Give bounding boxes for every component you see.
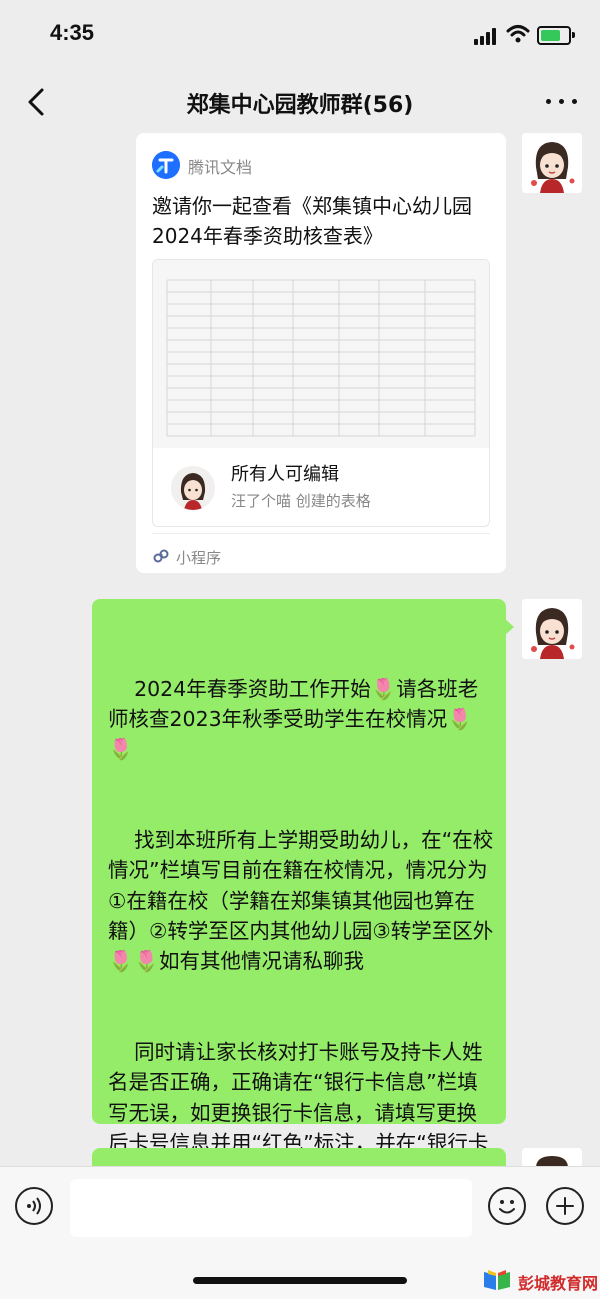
tencent-docs-share-card[interactable]: 腾讯文档 邀请你一起查看《郑集镇中心幼儿园2024年春季资助核查表》 所有人可编… xyxy=(136,133,506,573)
message-paragraph: 2024年春季资助工作开始🌷请各班老师核查2023年秋季受助学生在校情况🌷🌷 xyxy=(108,676,479,762)
bubble-tail xyxy=(505,619,514,635)
watermark-text: 彭城教育网 xyxy=(518,1274,599,1293)
battery-icon xyxy=(537,26,575,45)
doc-title: 邀请你一起查看《郑集镇中心幼儿园2024年春季资助核查表》 xyxy=(152,194,472,248)
mini-program-icon xyxy=(153,549,169,563)
doc-permission: 所有人可编辑 xyxy=(231,464,339,485)
mini-program-footer: 小程序 xyxy=(152,533,492,573)
tencent-docs-logo-icon xyxy=(152,151,180,179)
plus-icon xyxy=(556,1197,574,1215)
doc-brand-name: 腾讯文档 xyxy=(188,158,253,177)
sender-avatar[interactable] xyxy=(522,599,582,659)
cartoon-girl-avatar-icon xyxy=(522,1148,582,1168)
cartoon-girl-avatar-icon xyxy=(522,133,582,193)
sender-avatar[interactable] xyxy=(522,133,582,193)
cellular-signal-icon xyxy=(474,27,500,45)
voice-input-button[interactable] xyxy=(15,1187,53,1225)
smiley-icon xyxy=(499,1200,515,1214)
chat-title: 郑集中心园教师群(56) xyxy=(186,93,414,118)
watermark: 彭城教育网 xyxy=(482,1268,598,1294)
message-input[interactable] xyxy=(70,1179,472,1237)
back-button[interactable] xyxy=(18,82,58,122)
doc-creator: 汪了个喵 创建的表格 xyxy=(231,492,371,510)
status-time: 4:35 xyxy=(50,20,95,45)
more-options-button[interactable] xyxy=(540,88,584,114)
cartoon-girl-avatar-icon xyxy=(522,599,582,659)
message-paragraph: 找到本班所有上学期受助幼儿，在“在校情况”栏填写目前在籍在校情况，情况分为①在籍… xyxy=(108,828,494,974)
book-logo-icon xyxy=(484,1270,510,1290)
creator-avatar xyxy=(171,466,215,510)
voice-icon xyxy=(27,1197,41,1215)
sender-avatar[interactable] xyxy=(522,1148,582,1168)
wifi-icon xyxy=(506,25,530,43)
doc-preview: 所有人可编辑 汪了个喵 创建的表格 xyxy=(152,259,490,527)
status-bar: 4:35 xyxy=(0,0,600,72)
home-indicator xyxy=(193,1277,407,1284)
chat-header: 郑集中心园教师群(56) xyxy=(0,72,600,132)
spreadsheet-thumbnail xyxy=(153,260,489,448)
mini-program-label: 小程序 xyxy=(176,549,222,567)
more-features-button[interactable] xyxy=(546,1187,584,1225)
emoji-button[interactable] xyxy=(488,1187,526,1225)
message-bubble[interactable]: 2024年春季资助工作开始🌷请各班老师核查2023年秋季受助学生在校情况🌷🌷 找… xyxy=(92,599,514,1185)
